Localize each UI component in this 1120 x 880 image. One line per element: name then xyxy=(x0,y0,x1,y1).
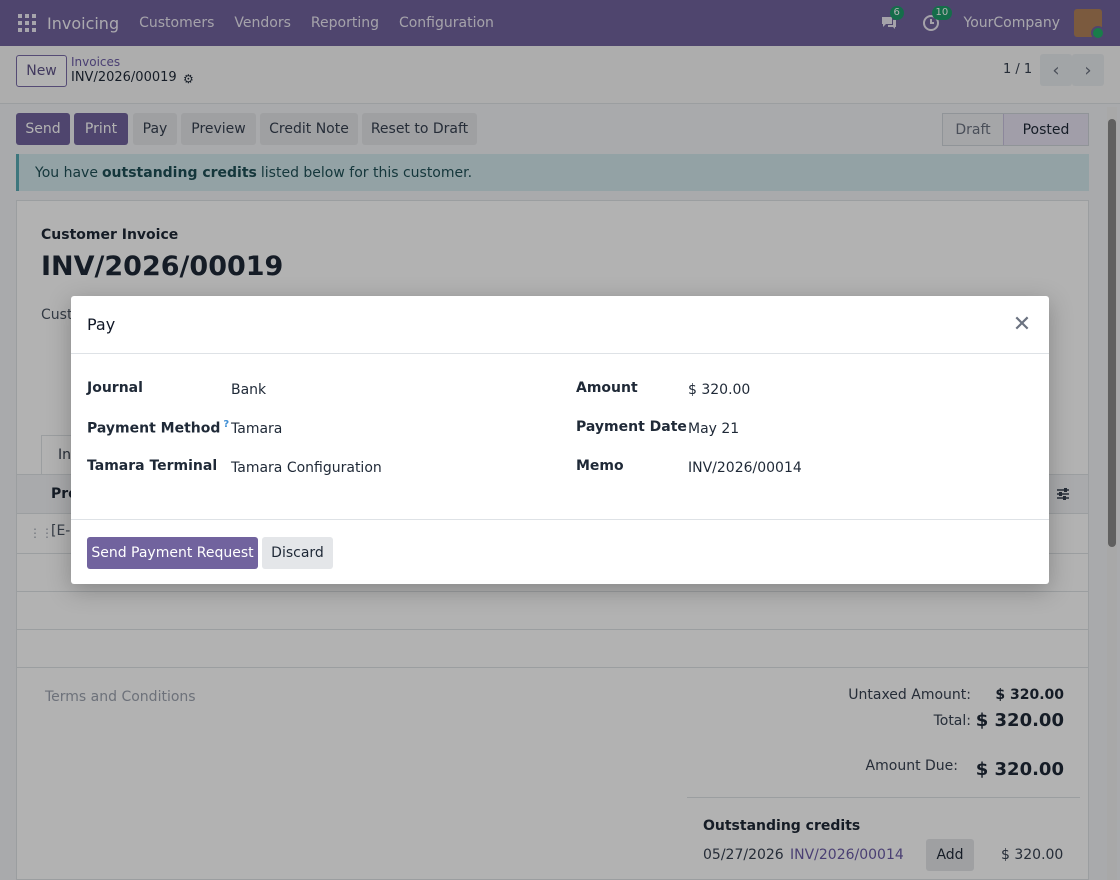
help-tooltip-icon[interactable]: ? xyxy=(223,419,229,430)
payment-method-field[interactable]: Tamara xyxy=(231,421,282,437)
dialog-header: Pay ✕ xyxy=(71,296,1049,354)
payment-date-field[interactable]: May 21 xyxy=(688,421,739,437)
journal-field[interactable]: Bank xyxy=(231,382,266,398)
dialog-footer: Send Payment Request Discard xyxy=(71,519,1049,584)
payment-method-label: Payment Method? xyxy=(87,419,229,437)
tamara-terminal-field[interactable]: Tamara Configuration xyxy=(231,460,382,476)
close-icon[interactable]: ✕ xyxy=(1009,312,1035,338)
payment-method-label-text: Payment Method xyxy=(87,420,221,437)
send-payment-request-button[interactable]: Send Payment Request xyxy=(87,537,258,569)
pay-dialog: Pay ✕ Journal Bank Payment Method? Tamar… xyxy=(71,296,1049,584)
tamara-terminal-label: Tamara Terminal xyxy=(87,458,218,474)
amount-label: Amount xyxy=(576,380,638,396)
memo-label: Memo xyxy=(576,458,624,474)
dialog-title: Pay xyxy=(87,315,116,334)
discard-button[interactable]: Discard xyxy=(262,537,333,569)
amount-field[interactable]: $ 320.00 xyxy=(688,382,750,398)
journal-label: Journal xyxy=(87,380,143,396)
payment-date-label: Payment Date xyxy=(576,419,687,435)
memo-field[interactable]: INV/2026/00014 xyxy=(688,460,802,476)
